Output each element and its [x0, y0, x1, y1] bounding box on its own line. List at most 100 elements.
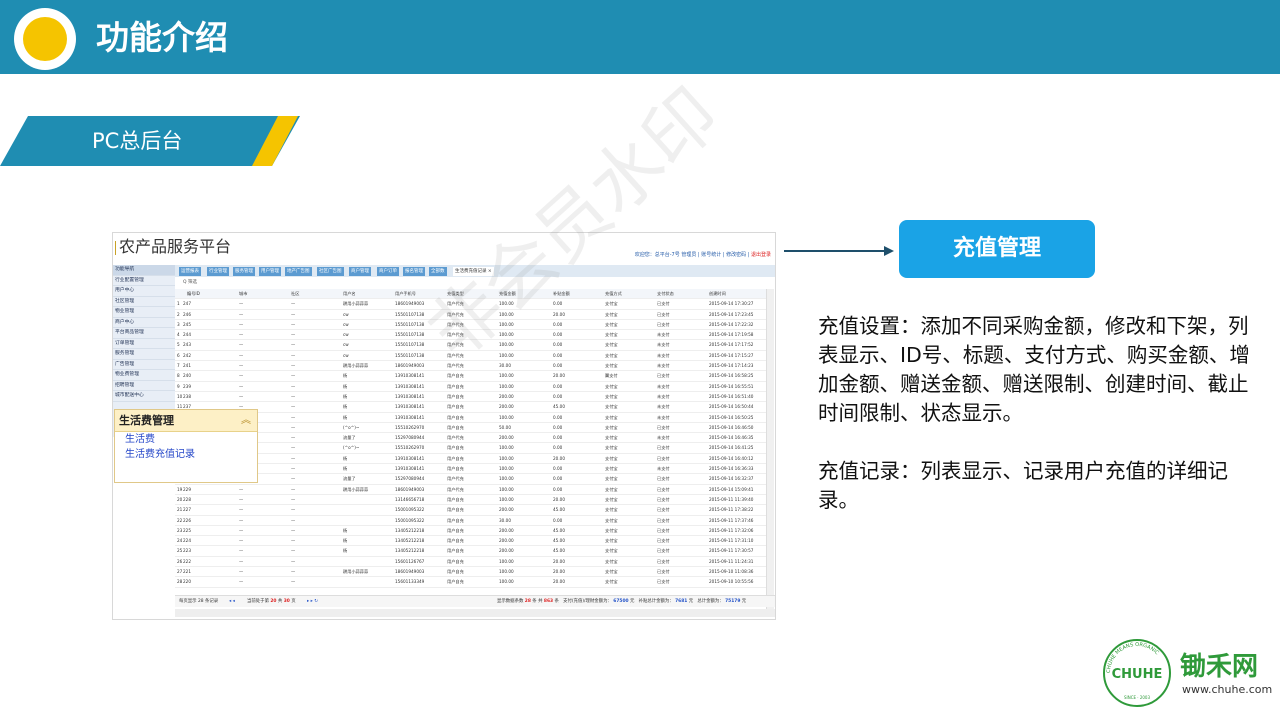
sidebar-item[interactable]: 社区管理: [113, 297, 175, 307]
table-cell: 5: [177, 342, 180, 348]
table-row[interactable]: 21 227 — — 15001095322 用户自充 200.00 45.00 支付宝 已支付 2…: [175, 505, 767, 516]
table-row[interactable]: 28 220 — — 15601133349 用户自充 100.00 20.00 支付宝 已支付 2…: [175, 577, 767, 588]
table-cell: —: [239, 538, 244, 544]
vertical-scrollbar[interactable]: [766, 289, 774, 609]
table-cell: 2015-09-14 17:17:52: [709, 342, 754, 348]
admin-tab[interactable]: 社区广告图: [317, 267, 344, 276]
table-row[interactable]: 20 228 — — 13146656718 用户自充 100.00 20.00 支付宝 已支付 2…: [175, 495, 767, 506]
table-row[interactable]: 22 226 — — 15001095322 用户自充 30.00 0.00 支付宝 已支付 201…: [175, 516, 767, 526]
admin-tab[interactable]: 服务管理: [233, 267, 255, 276]
table-cell: 已支付: [657, 455, 670, 461]
sum-value: 75179: [725, 599, 741, 604]
logout-link[interactable]: 退出登录: [751, 252, 771, 258]
brand-name: 锄禾网: [1180, 652, 1259, 682]
recharge-management-button[interactable]: 充值管理: [899, 220, 1095, 278]
table-cell: 支付宝: [605, 363, 618, 369]
per-page-select[interactable]: 每页显示 28 条记录: [179, 596, 218, 608]
table-row[interactable]: 15233——(^o^)~15510262970用户自充100.000.00支付…: [175, 443, 767, 454]
table-cell: 支付宝: [605, 517, 618, 523]
admin-tab[interactable]: 报名管理: [403, 267, 425, 276]
sidebar-item[interactable]: 服务管理: [113, 349, 175, 360]
table-cell: 24: [177, 538, 183, 544]
sidebar-item[interactable]: 用户中心: [113, 286, 175, 297]
table-row[interactable]: 26 222 — — 15601126767 用户自充 100.00 20.00 支付宝 已支付 2…: [175, 557, 767, 568]
table-row[interactable]: 16232——杨13910308141用户自充100.0020.00支付宝已支付…: [175, 454, 767, 465]
column-header[interactable]: 支付状态: [657, 289, 674, 299]
admin-tab[interactable]: 商户管理: [349, 267, 371, 276]
table-cell: 用户自充: [447, 548, 464, 554]
sidebar-item[interactable]: 物业管理: [113, 307, 175, 318]
table-cell: 用户自充: [447, 393, 464, 399]
table-cell: cw: [343, 311, 349, 317]
column-header[interactable]: 创建时间: [709, 289, 726, 299]
table-row[interactable]: 27 221 — — 耕用小蒜蒜蒜 18601949003 用户自充 100.00 20.00 支…: [175, 567, 767, 578]
change-password-link[interactable]: 修改密码: [726, 252, 746, 258]
table-cell: 支付宝: [605, 321, 618, 327]
column-header[interactable]: 社区: [291, 289, 299, 299]
table-cell: cw: [343, 342, 349, 348]
table-row[interactable]: 13235——(^o^)~15510262970用户自充50.000.00支付宝…: [175, 423, 767, 434]
sidebar-item[interactable]: 行业配置管理: [113, 276, 175, 286]
life-fee-recharge-link[interactable]: 生活费充值记录: [115, 447, 257, 462]
table-cell: 222: [183, 558, 191, 564]
table-row[interactable]: 25 223 — — 杨 13405212218 用户自充 200.00 45.00 支付宝 已支付…: [175, 546, 767, 557]
table-cell: 18601949003: [395, 486, 425, 492]
stats-link[interactable]: 账号统计: [701, 252, 721, 258]
sidebar-item[interactable]: 功能导航: [113, 265, 175, 276]
column-header[interactable]: 编号ID: [187, 289, 200, 299]
sidebar-item[interactable]: 招聘管理: [113, 381, 175, 391]
table-row[interactable]: 9 239 — — 杨 13910308141 用户自充 100.00 0.00 支付宝 未支付 20…: [175, 382, 767, 392]
table-row[interactable]: 17231——杨13910308141用户自充100.000.00支付宝未支付2…: [175, 464, 767, 475]
pager-nav-icon[interactable]: ◂ ◂: [229, 596, 235, 608]
table-cell: 226: [183, 517, 191, 523]
horizontal-scrollbar[interactable]: [175, 609, 775, 617]
table-cell: 0.00: [553, 393, 563, 399]
admin-tab[interactable]: 运营报表: [179, 267, 201, 276]
table-cell: 15510262970: [395, 445, 425, 451]
table-row[interactable]: 11 237— — 杨 13910308141 用户自充 200.00 45.00 支付宝 未支付…: [175, 402, 767, 413]
table-cell: 已支付: [657, 579, 670, 585]
sidebar-item[interactable]: 商户中心: [113, 318, 175, 328]
table-cell: 0.00: [553, 466, 563, 472]
table-cell: —: [239, 569, 244, 575]
table-cell: 18601949003: [395, 363, 425, 369]
pager-next-icon[interactable]: ▸ ▸ ↻: [307, 596, 318, 608]
table-row[interactable]: 23 225 — — 杨 13405212218 用户自充 200.00 45.00 支付宝 已支付…: [175, 526, 767, 537]
column-header[interactable]: 充值方式: [605, 289, 622, 299]
table-row[interactable]: 10 238 — — 杨 13910308141 用户自充 200.00 0.00 支付宝 未支付 2…: [175, 392, 767, 403]
table-cell: 耕用小蒜蒜蒜: [343, 301, 369, 307]
table-cell: 已支付: [657, 301, 670, 307]
admin-tab[interactable]: 商户订单: [377, 267, 399, 276]
table-cell: 221: [183, 569, 191, 575]
collapse-icon[interactable]: ︽: [241, 410, 251, 432]
table-cell: 已支付: [657, 558, 670, 564]
sidebar-item[interactable]: 订单管理: [113, 339, 175, 349]
table-cell: 2015-09-11 17:30:57: [709, 548, 754, 554]
sidebar-item[interactable]: 城市配送中心: [113, 391, 175, 402]
sidebar-item[interactable]: 物业费管理: [113, 370, 175, 381]
table-cell: —: [239, 393, 244, 399]
admin-tab[interactable]: 地产广告图: [285, 267, 312, 276]
table-cell: 225: [183, 527, 191, 533]
sidebar-item[interactable]: 广告管理: [113, 360, 175, 370]
admin-tab[interactable]: 行业管理: [207, 267, 229, 276]
page-title: 功能介绍: [96, 18, 228, 57]
table-cell: 支付宝: [605, 445, 618, 451]
sidebar-item[interactable]: 平台商品管理: [113, 328, 175, 339]
table-row[interactable]: 12236——杨13910308141用户自充100.000.00支付宝未支付2…: [175, 413, 767, 423]
table-cell: 22: [177, 517, 183, 523]
table-cell: 已支付: [657, 373, 670, 379]
table-cell: 0.00: [553, 363, 563, 369]
table-row[interactable]: 19 229 — — 耕用小蒜蒜蒜 18601949003 用户代充 100.00 0.00 支付…: [175, 485, 767, 495]
table-cell: 23: [177, 527, 183, 533]
life-fee-link[interactable]: 生活费: [115, 432, 257, 447]
table-row[interactable]: 18230——流量了15297080944用户代充100.000.00支付宝已支…: [175, 474, 767, 485]
table-cell: —: [291, 558, 296, 564]
table-row[interactable]: 14234——流量了15297080944用户代充200.000.00支付宝未支…: [175, 433, 767, 444]
admin-tab[interactable]: 用户管理: [259, 267, 281, 276]
table-row[interactable]: 24 224 — — 杨 13405212218 用户自充 200.00 45.00 支付宝 已支付…: [175, 536, 767, 547]
column-header[interactable]: 用户名: [343, 289, 356, 299]
table-cell: 25: [177, 548, 183, 554]
grid-pager: 每页显示 28 条记录 ◂ ◂ 当前处于第 20 共 30 页 ▸ ▸ ↻ 显示…: [175, 595, 775, 607]
column-header[interactable]: 城市: [239, 289, 247, 299]
